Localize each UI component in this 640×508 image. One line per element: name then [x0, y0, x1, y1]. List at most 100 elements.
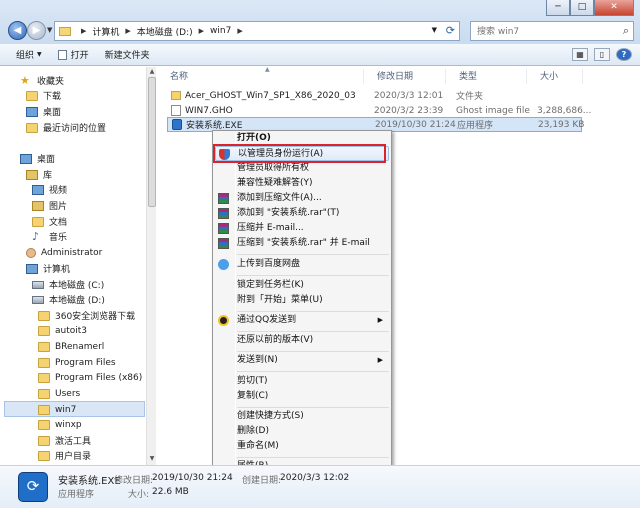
nav-downloads[interactable]: 下载 [26, 88, 61, 103]
nav-folder-program-files-x86[interactable]: Program Files (x86) [38, 370, 142, 385]
details-type: 应用程序 [58, 490, 95, 500]
scroll-down-icon[interactable]: ▼ [147, 455, 157, 462]
menu-label: 压缩到 "安装系统.rar" 并 E-mail [237, 238, 370, 248]
search-icon[interactable]: ⌕ [623, 24, 629, 38]
scroll-up-icon[interactable]: ▲ [147, 68, 157, 75]
nav-label: 激活工具 [55, 437, 92, 447]
nav-videos[interactable]: 视频 [32, 182, 67, 197]
back-button[interactable]: ◀ [8, 21, 27, 40]
nav-pictures[interactable]: 图片 [32, 198, 67, 213]
nav-folder-winxp[interactable]: winxp [38, 417, 82, 432]
nav-drive-d[interactable]: 本地磁盘 (D:) [32, 292, 105, 307]
column-type[interactable]: 类型 [446, 69, 527, 84]
nav-recent[interactable]: 最近访问的位置 [26, 120, 106, 135]
recent-pages-dropdown[interactable]: ▼ [47, 26, 52, 34]
menu-baidu-upload[interactable]: 上传到百度网盘 [215, 257, 389, 272]
menu-pin-start[interactable]: 附到「开始」菜单(U) [215, 293, 389, 308]
refresh-icon[interactable]: ⟳ [446, 24, 455, 37]
nav-label: 视频 [49, 186, 68, 196]
nav-libraries[interactable]: 库 [26, 167, 52, 182]
nav-label: 桌面 [43, 108, 62, 118]
file-type: Ghost image file [456, 105, 530, 116]
menu-copy[interactable]: 复制(C) [215, 389, 389, 404]
file-row[interactable]: WIN7.GHO 2020/3/2 23:39 Ghost image file… [167, 103, 591, 118]
nav-label: 文档 [49, 218, 68, 228]
help-icon[interactable]: ? [616, 48, 632, 61]
open-button[interactable]: 打开 [57, 48, 89, 61]
close-button[interactable]: ✕ [594, 0, 634, 16]
forward-button[interactable]: ▶ [27, 21, 46, 40]
details-modified-value: 2019/10/30 21:24 [152, 473, 233, 483]
breadcrumb-computer[interactable]: 计算机 [92, 25, 119, 38]
minimize-button[interactable]: ─ [546, 0, 570, 16]
nav-computer[interactable]: 计算机 [26, 261, 70, 276]
organize-button[interactable]: 组织 ▼ [16, 48, 42, 61]
menu-cut[interactable]: 剪切(T) [215, 374, 389, 389]
menu-compress-email[interactable]: 压缩并 E-mail... [215, 221, 389, 236]
open-label: 打开 [70, 51, 89, 61]
chevron-right-icon[interactable]: ▶ [81, 27, 86, 35]
nav-folder-activation[interactable]: 激活工具 [38, 433, 91, 448]
search-input[interactable] [475, 23, 615, 40]
nav-documents[interactable]: 文档 [32, 214, 67, 229]
menu-take-ownership[interactable]: 管理员取得所有权 [215, 161, 389, 176]
chevron-right-icon[interactable]: ▶ [199, 27, 204, 35]
column-date[interactable]: 修改日期 [364, 69, 446, 84]
search-box[interactable]: ⌕ [470, 21, 634, 41]
column-name[interactable]: 名称 ▲ [157, 66, 364, 84]
nav-folder-program-files[interactable]: Program Files [38, 355, 116, 370]
breadcrumb-drive-d[interactable]: 本地磁盘 (D:) [137, 25, 193, 38]
nav-folder-autoit3[interactable]: autoit3 [38, 323, 87, 338]
address-bar[interactable]: ▶ 计算机 ▶ 本地磁盘 (D:) ▶ win7 ▶ ▼ ⟳ [54, 21, 460, 41]
winrar-icon [218, 238, 229, 249]
nav-label: 下载 [43, 92, 62, 102]
nav-scrollbar[interactable]: ▲ ▼ [146, 67, 156, 465]
submenu-arrow-icon: ▶ [377, 356, 383, 364]
chevron-down-icon: ▼ [37, 51, 42, 58]
chevron-right-icon[interactable]: ▶ [237, 27, 242, 35]
menu-send-to[interactable]: 发送到(N) ▶ [215, 353, 389, 368]
scroll-thumb[interactable] [148, 77, 156, 207]
nav-label: 最近访问的位置 [43, 124, 107, 134]
menu-label: 添加到压缩文件(A)... [237, 193, 322, 203]
menu-restore-versions[interactable]: 还原以前的版本(V) [215, 333, 389, 348]
nav-folder-brenamer[interactable]: BRenamerl [38, 339, 104, 354]
new-folder-button[interactable]: 新建文件夹 [105, 48, 150, 61]
nav-desktop[interactable]: 桌面 [20, 151, 55, 166]
breadcrumb-win7[interactable]: win7 [210, 26, 231, 36]
nav-label: winxp [55, 419, 82, 430]
nav-desktop-fav[interactable]: 桌面 [26, 104, 61, 119]
view-options-icon[interactable]: ▦ [572, 48, 588, 61]
nav-folder-win7[interactable]: win7 [38, 402, 76, 417]
nav-favorites[interactable]: ★ 收藏夹 [20, 73, 64, 88]
chevron-right-icon[interactable]: ▶ [125, 27, 130, 35]
file-name: WIN7.GHO [185, 105, 233, 116]
file-date: 2020/3/2 23:39 [374, 105, 444, 116]
nav-folder-360[interactable]: 360安全浏览器下载 [38, 308, 135, 323]
preview-pane-icon[interactable]: ▯ [594, 48, 610, 61]
menu-add-archive[interactable]: 添加到压缩文件(A)... [215, 191, 389, 206]
menu-compat-troubleshoot[interactable]: 兼容性疑难解答(Y) [215, 176, 389, 191]
arrow-left-icon: ◀ [13, 25, 22, 36]
drive-icon [32, 295, 44, 304]
menu-pin-taskbar[interactable]: 锁定到任务栏(K) [215, 278, 389, 293]
menu-compress-rar-email[interactable]: 压缩到 "安装系统.rar" 并 E-mail [215, 236, 389, 251]
nav-drive-c[interactable]: 本地磁盘 (C:) [32, 277, 104, 292]
menu-create-shortcut[interactable]: 创建快捷方式(S) [215, 409, 389, 424]
nav-music[interactable]: ♪ 音乐 [32, 229, 67, 244]
folder-icon [171, 91, 181, 100]
maximize-button[interactable]: □ [570, 0, 594, 16]
command-bar: 组织 ▼ 打开 新建文件夹 ▦ ▯ ? [0, 44, 640, 66]
nav-folder-user-dir[interactable]: 用户目录 [38, 448, 91, 463]
menu-delete[interactable]: 删除(D) [215, 424, 389, 439]
user-icon [26, 247, 36, 258]
nav-administrator[interactable]: Administrator [26, 245, 102, 260]
details-created-value: 2020/3/3 12:02 [280, 473, 350, 483]
menu-add-rar[interactable]: 添加到 "安装系统.rar"(T) [215, 206, 389, 221]
file-row[interactable]: Acer_GHOST_Win7_SP1_X86_2020_03 2020/3/3… [167, 88, 582, 103]
column-size[interactable]: 大小 [527, 69, 583, 84]
nav-folder-users[interactable]: Users [38, 386, 80, 401]
address-dropdown-icon[interactable]: ▼ [432, 26, 437, 34]
menu-rename[interactable]: 重命名(M) [215, 439, 389, 454]
menu-qq-send[interactable]: 通过QQ发送到 ▶ [215, 313, 389, 328]
